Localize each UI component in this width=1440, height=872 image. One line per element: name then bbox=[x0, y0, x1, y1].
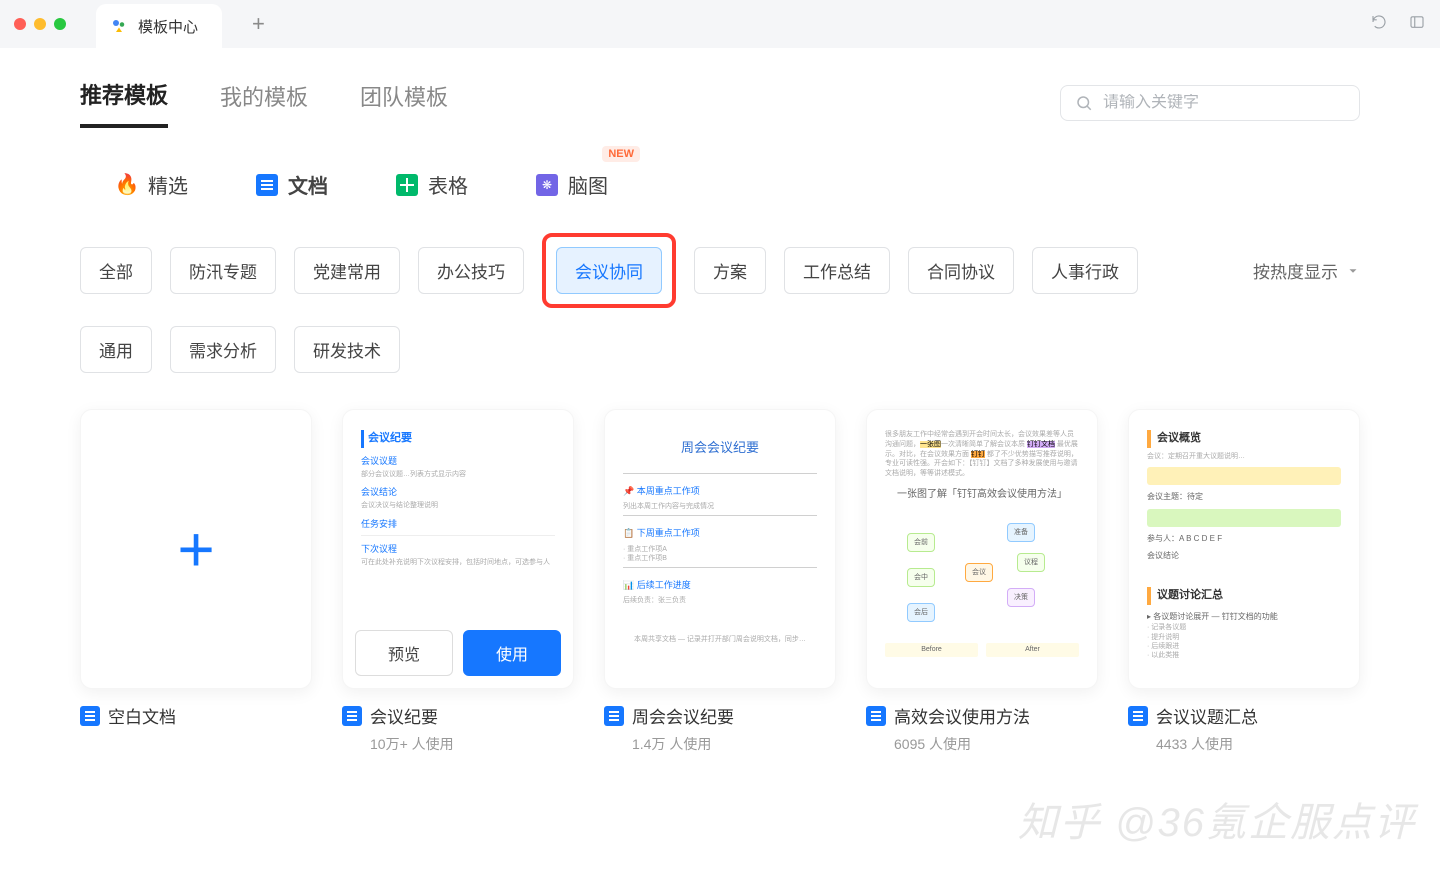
card-title: 会议纪要 bbox=[370, 703, 438, 728]
search-icon bbox=[1075, 94, 1093, 112]
spreadsheet-icon bbox=[396, 174, 418, 196]
preview-heading: 议题讨论汇总 bbox=[1147, 587, 1341, 605]
maximize-window-icon[interactable] bbox=[54, 18, 66, 30]
card-usage: 10万+ 人使用 bbox=[370, 734, 574, 754]
filter-row-1: 全部 防汛专题 党建常用 办公技巧 会议协同 方案 工作总结 合同协议 人事行政… bbox=[80, 233, 1360, 308]
filter-hr[interactable]: 人事行政 bbox=[1032, 247, 1138, 294]
template-thumb[interactable]: 周会会议纪要 📌 本周重点工作项 列出本周工作内容与完成情况 📋 下周重点工作项… bbox=[604, 409, 836, 689]
category-sheet[interactable]: 表格 bbox=[392, 162, 472, 207]
filter-party[interactable]: 党建常用 bbox=[294, 247, 400, 294]
template-card-weekly-meeting: 周会会议纪要 📌 本周重点工作项 列出本周工作内容与完成情况 📋 下周重点工作项… bbox=[604, 409, 836, 754]
close-window-icon[interactable] bbox=[14, 18, 26, 30]
filter-contract[interactable]: 合同协议 bbox=[908, 247, 1014, 294]
card-title: 空白文档 bbox=[108, 703, 176, 728]
filter-plan[interactable]: 方案 bbox=[694, 247, 766, 294]
filter-meeting[interactable]: 会议协同 bbox=[556, 247, 662, 294]
filter-general[interactable]: 通用 bbox=[80, 326, 152, 373]
filter-row-2: 通用 需求分析 研发技术 bbox=[80, 326, 1360, 373]
card-usage: 1.4万 人使用 bbox=[632, 734, 836, 754]
preview-heading: 会议纪要 bbox=[361, 430, 555, 448]
new-tab-button[interactable]: + bbox=[252, 11, 265, 37]
template-card-topics-summary: 会议概览 会议：定期召开重大议题说明… 会议主题：待定 参与人：A B C D … bbox=[1128, 409, 1360, 754]
template-thumb[interactable]: 很多朋友工作中经常会遇到开会时间太长，会议效果差等人员沟通问题，一张图一次清晰简… bbox=[866, 409, 1098, 689]
highlight-annotation: 会议协同 bbox=[542, 233, 676, 308]
browser-tab[interactable]: 模板中心 bbox=[96, 4, 222, 48]
tab-title: 模板中心 bbox=[138, 16, 198, 37]
document-icon bbox=[342, 706, 362, 726]
card-actions: 预览 使用 bbox=[355, 630, 561, 676]
plus-icon: + bbox=[177, 512, 214, 586]
preview-section: 会议结论 bbox=[361, 485, 555, 499]
filter-dev[interactable]: 研发技术 bbox=[294, 326, 400, 373]
document-icon bbox=[1128, 706, 1148, 726]
main-nav-recommended[interactable]: 推荐模板 bbox=[80, 78, 168, 128]
preview-button[interactable]: 预览 bbox=[355, 630, 453, 676]
document-icon bbox=[80, 706, 100, 726]
fire-icon: 🔥 bbox=[116, 174, 138, 196]
page-content: 推荐模板 我的模板 团队模板 🔥 精选 文档 表格 脑图 NEW 全部 防汛专题… bbox=[0, 48, 1440, 872]
filter-requirements[interactable]: 需求分析 bbox=[170, 326, 276, 373]
category-nav: 🔥 精选 文档 表格 脑图 NEW bbox=[80, 162, 1360, 207]
preview-section: 会议议题 bbox=[361, 454, 555, 468]
template-card-blank: + 空白文档 bbox=[80, 409, 312, 754]
document-icon bbox=[604, 706, 624, 726]
category-document[interactable]: 文档 bbox=[252, 162, 332, 207]
template-thumb[interactable]: 会议纪要 会议议题 部分会议议题…列表方式显示内容 会议结论 会议决议与结论整理… bbox=[342, 409, 574, 689]
main-nav-team[interactable]: 团队模板 bbox=[360, 80, 448, 126]
main-nav-mine[interactable]: 我的模板 bbox=[220, 80, 308, 126]
category-label: 表格 bbox=[428, 170, 468, 199]
preview-section: 任务安排 bbox=[361, 517, 555, 531]
sort-label: 按热度显示 bbox=[1253, 258, 1338, 283]
template-card-efficient-meeting: 很多朋友工作中经常会遇到开会时间太长，会议效果差等人员沟通问题，一张图一次清晰简… bbox=[866, 409, 1098, 754]
template-thumb[interactable]: 会议概览 会议：定期召开重大议题说明… 会议主题：待定 参与人：A B C D … bbox=[1128, 409, 1360, 689]
category-featured[interactable]: 🔥 精选 bbox=[112, 162, 192, 207]
preview-heading: 一张图了解「钉钉高效会议使用方法」 bbox=[885, 487, 1079, 503]
titlebar: 模板中心 + bbox=[0, 0, 1440, 48]
use-button[interactable]: 使用 bbox=[463, 630, 561, 676]
mindmap-icon bbox=[536, 174, 558, 196]
document-icon bbox=[866, 706, 886, 726]
main-nav: 推荐模板 我的模板 团队模板 bbox=[80, 78, 1360, 128]
card-usage: 4433 人使用 bbox=[1156, 734, 1360, 754]
window-controls bbox=[14, 18, 66, 30]
preview-heading: 周会会议纪要 bbox=[623, 438, 817, 459]
card-title: 会议议题汇总 bbox=[1156, 703, 1258, 728]
app-logo-icon bbox=[110, 17, 128, 35]
sort-dropdown[interactable]: 按热度显示 bbox=[1253, 258, 1360, 283]
preview-section: 下次议程 bbox=[361, 542, 555, 556]
card-usage: 6095 人使用 bbox=[894, 734, 1098, 754]
search-box[interactable] bbox=[1060, 85, 1360, 121]
search-input[interactable] bbox=[1103, 94, 1345, 112]
blank-template-thumb[interactable]: + bbox=[80, 409, 312, 689]
document-icon bbox=[256, 174, 278, 196]
template-card-meeting-notes: 会议纪要 会议议题 部分会议议题…列表方式显示内容 会议结论 会议决议与结论整理… bbox=[342, 409, 574, 754]
category-label: 脑图 bbox=[568, 170, 608, 199]
category-mindmap[interactable]: 脑图 NEW bbox=[532, 162, 612, 207]
preview-heading: 会议概览 bbox=[1147, 430, 1341, 448]
category-label: 精选 bbox=[148, 170, 188, 199]
minimize-window-icon[interactable] bbox=[34, 18, 46, 30]
window-icon[interactable] bbox=[1408, 13, 1426, 36]
filter-office[interactable]: 办公技巧 bbox=[418, 247, 524, 294]
filter-all[interactable]: 全部 bbox=[80, 247, 152, 294]
card-title: 高效会议使用方法 bbox=[894, 703, 1030, 728]
chevron-down-icon bbox=[1346, 264, 1360, 278]
category-label: 文档 bbox=[288, 170, 328, 199]
refresh-icon[interactable] bbox=[1370, 13, 1388, 36]
template-grid: + 空白文档 会议纪要 会议议题 部分会议议题…列表方式显示内容 会议结论 会议… bbox=[80, 409, 1360, 754]
filter-summary[interactable]: 工作总结 bbox=[784, 247, 890, 294]
new-badge: NEW bbox=[602, 146, 640, 162]
filter-flood[interactable]: 防汛专题 bbox=[170, 247, 276, 294]
card-title: 周会会议纪要 bbox=[632, 703, 734, 728]
